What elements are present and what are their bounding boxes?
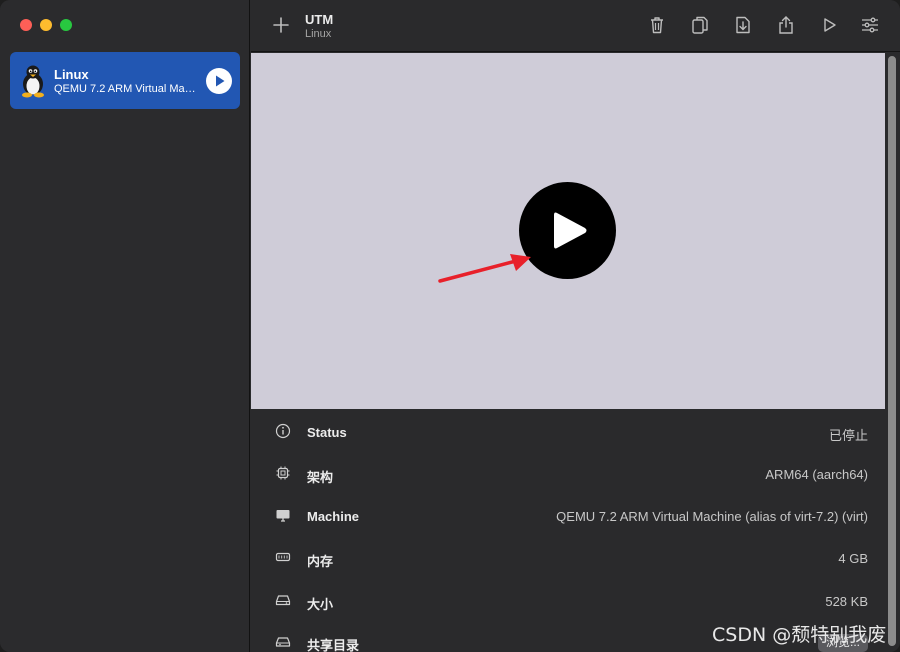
vm-play-button[interactable] — [206, 68, 232, 94]
play-icon — [216, 75, 225, 87]
vm-details: Status 已停止 架构 ARM64 (aarch64) Machine QE… — [251, 409, 885, 652]
vm-subtitle: QEMU 7.2 ARM Virtual Machine — [54, 83, 196, 95]
monitor-icon — [276, 510, 290, 522]
detail-label: 大小 — [307, 597, 334, 612]
drive-icon — [275, 595, 291, 606]
detail-label: 架构 — [307, 470, 334, 485]
scrollbar-thumb[interactable] — [888, 56, 896, 646]
cpu-icon — [276, 466, 290, 480]
detail-value: 已停止 — [828, 428, 868, 443]
toolbar-subtitle: Linux — [305, 28, 332, 40]
settings-sliders-icon[interactable] — [859, 14, 881, 36]
trash-icon[interactable] — [646, 14, 668, 36]
tux-penguin-icon — [22, 65, 44, 98]
detail-label: Machine — [307, 509, 360, 524]
toolbar-title: UTM — [305, 12, 334, 27]
clone-icon[interactable] — [689, 14, 711, 36]
csdn-watermark: CSDN @颓特别我废 — [712, 624, 887, 646]
detail-value: 528 KB — [825, 594, 868, 609]
detail-value: QEMU 7.2 ARM Virtual Machine (alias of v… — [556, 509, 868, 524]
toolbar: UTM Linux — [251, 0, 900, 52]
vm-preview — [251, 53, 885, 409]
shared-drive-icon — [275, 637, 291, 647]
detail-label: Status — [307, 425, 347, 440]
info-icon — [275, 423, 291, 439]
sidebar: Linux QEMU 7.2 ARM Virtual Machine — [0, 0, 250, 652]
red-annotation-arrow — [438, 254, 531, 283]
detail-row-architecture: 架构 ARM64 (aarch64) — [251, 452, 885, 494]
share-icon[interactable] — [775, 14, 797, 36]
minimize-window-button[interactable] — [40, 19, 52, 31]
utm-window: Linux QEMU 7.2 ARM Virtual Machine UTM L… — [0, 0, 900, 652]
download-icon[interactable] — [732, 14, 754, 36]
detail-value: ARM64 (aarch64) — [765, 467, 868, 482]
play-icon[interactable] — [818, 14, 840, 36]
detail-label: 共享目录 — [307, 638, 360, 652]
detail-row-status: Status 已停止 — [251, 410, 885, 452]
detail-label: 内存 — [307, 554, 334, 569]
window-controls — [20, 19, 72, 31]
plus-icon[interactable] — [271, 15, 291, 35]
detail-value: 4 GB — [838, 551, 868, 566]
zoom-window-button[interactable] — [60, 19, 72, 31]
detail-row-size: 大小 528 KB — [251, 579, 885, 621]
close-window-button[interactable] — [20, 19, 32, 31]
memory-icon — [275, 552, 291, 562]
vm-list-item-linux[interactable]: Linux QEMU 7.2 ARM Virtual Machine — [10, 52, 240, 109]
vm-name: Linux — [54, 67, 89, 82]
detail-row-memory: 内存 4 GB — [251, 536, 885, 578]
detail-row-machine: Machine QEMU 7.2 ARM Virtual Machine (al… — [251, 494, 885, 536]
